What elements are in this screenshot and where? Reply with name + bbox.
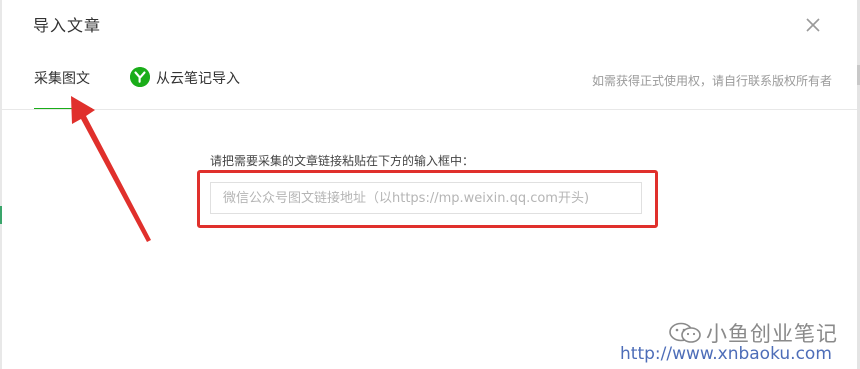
copyright-note: 如需获得正式使用权，请自行联系版权所有者 — [591, 74, 832, 88]
left-edge-indicator — [0, 206, 2, 224]
article-url-input[interactable] — [210, 182, 642, 214]
watermark-url: http://www.xnbaoku.com — [620, 344, 832, 364]
wechat-icon — [669, 322, 701, 343]
youdao-note-icon — [130, 67, 150, 87]
left-edge-border — [0, 0, 2, 369]
close-icon[interactable] — [801, 13, 825, 37]
watermark: 小鱼创业笔记 http://www.xnbaoku.com — [620, 318, 858, 368]
dialog-title: 导入文章 — [33, 16, 102, 35]
tab-collect-label: 采集图文 — [34, 71, 90, 87]
paste-instruction: 请把需要采集的文章链接粘贴在下方的输入框中： — [210, 154, 475, 168]
import-article-dialog: 导入文章 采集图文 从云笔记导入 如需获得正式使用权，请自行联系版权所有者 请把… — [0, 0, 860, 369]
tab-cloud-label: 从云笔记导入 — [156, 71, 240, 87]
tab-divider — [0, 109, 857, 110]
tab-collect-articles[interactable]: 采集图文 — [34, 68, 92, 110]
tab-bar: 采集图文 从云笔记导入 如需获得正式使用权，请自行联系版权所有者 — [0, 60, 860, 110]
